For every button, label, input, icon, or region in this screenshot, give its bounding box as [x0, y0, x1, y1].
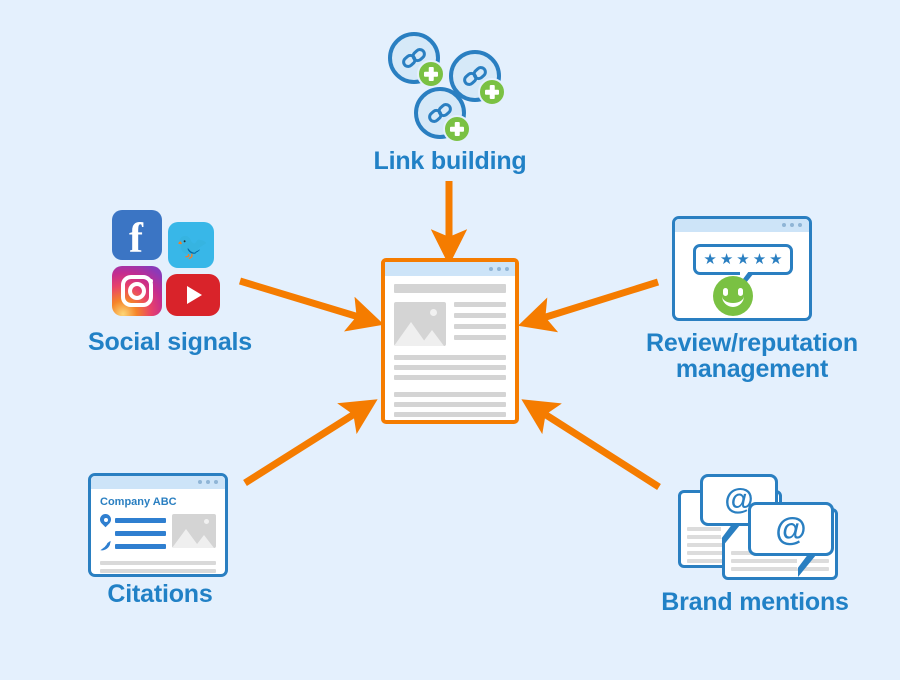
page-paragraph-line	[394, 365, 506, 370]
map-pin-icon	[97, 511, 114, 528]
page-titlebar	[385, 262, 515, 276]
review-reputation-card: ★ ★ ★ ★ ★	[672, 216, 812, 321]
arrow-citations	[243, 399, 378, 486]
citations-label: Citations	[107, 580, 213, 608]
star-icon: ★	[736, 251, 750, 268]
arrow-brand-mentions	[521, 399, 661, 490]
page-paragraph-line	[394, 355, 506, 360]
facebook-icon: f	[112, 210, 162, 260]
image-placeholder-icon	[394, 302, 446, 346]
page-paragraph-line	[394, 402, 506, 407]
diagram-canvas: Link building f 🐦 Social signals ★ ★ ★ ★…	[0, 0, 900, 680]
card-titlebar	[675, 219, 809, 232]
at-symbol-bubble: @	[748, 502, 834, 556]
arrow-social-signals	[238, 277, 385, 332]
brand-mentions-label: Brand mentions	[661, 588, 849, 616]
plus-badge-icon	[417, 60, 445, 88]
company-name-label: Company ABC	[100, 496, 177, 508]
card-titlebar	[91, 476, 225, 489]
phone-icon	[100, 539, 111, 552]
link-building-label: Link building	[373, 147, 527, 175]
phone-row	[100, 539, 166, 552]
citations-card: Company ABC	[88, 473, 228, 577]
twitter-icon: 🐦	[168, 222, 214, 268]
social-signals-icon-group: f 🐦	[112, 210, 227, 316]
plus-badge-icon	[478, 78, 506, 106]
image-placeholder-icon	[172, 514, 216, 548]
review-reputation-label: Review/reputation management	[646, 329, 858, 384]
social-signals-label: Social signals	[88, 328, 252, 356]
bubble-tail	[721, 523, 740, 547]
page-paragraph-line	[394, 375, 506, 380]
plus-badge-icon	[443, 115, 471, 143]
page-text-lines	[454, 302, 506, 346]
youtube-icon	[166, 274, 220, 316]
page-media-row	[394, 302, 506, 346]
link-building-icon-group	[388, 32, 513, 147]
page-body	[385, 276, 515, 420]
website-page	[381, 258, 519, 424]
card-text-lines	[100, 561, 216, 574]
address-row-2	[100, 531, 166, 536]
smiley-face-icon	[713, 276, 753, 316]
page-paragraph-line	[394, 392, 506, 397]
arrow-review-reputation	[517, 278, 660, 333]
bubble-tail	[797, 553, 816, 577]
star-icon: ★	[703, 251, 717, 268]
page-heading-bar	[394, 284, 506, 293]
star-icon: ★	[719, 251, 734, 268]
address-row	[97, 511, 166, 528]
window-dots	[489, 267, 509, 271]
window-dots	[782, 223, 802, 227]
window-dots	[198, 480, 218, 484]
brand-mentions-icon-group: @ @	[678, 472, 838, 582]
star-icon: ★	[769, 251, 783, 268]
instagram-icon	[112, 266, 162, 316]
star-icon: ★	[752, 251, 767, 268]
page-paragraph-line	[394, 412, 506, 417]
